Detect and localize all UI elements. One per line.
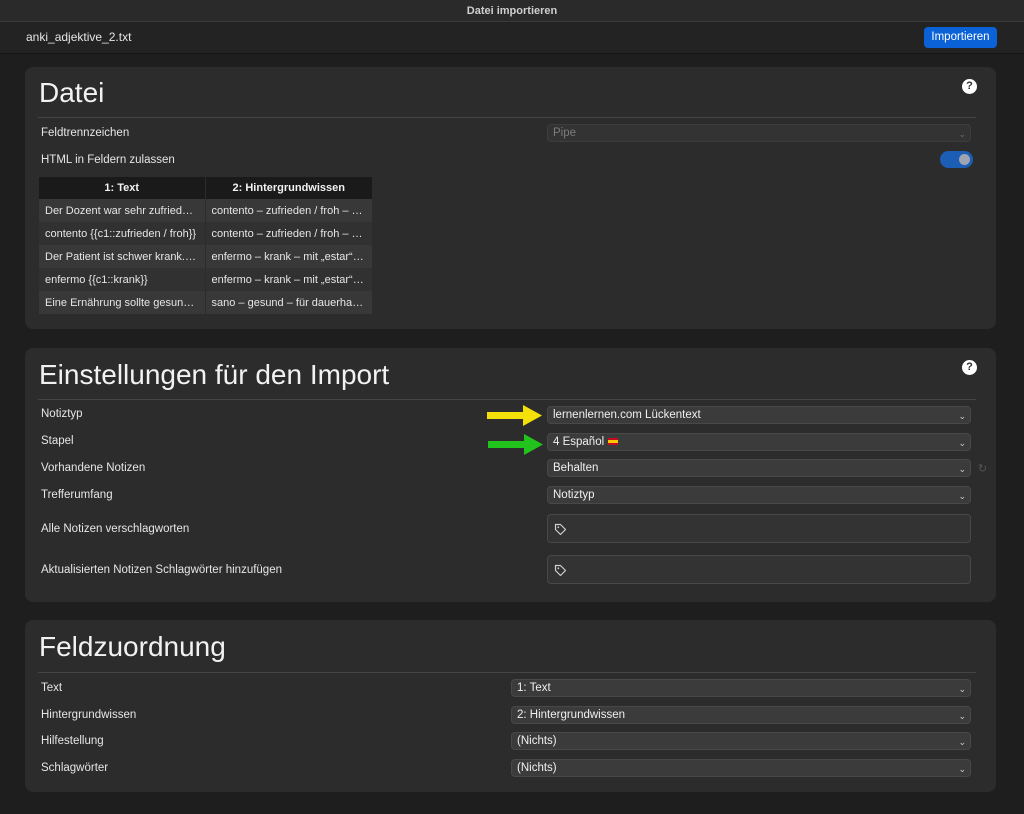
chevron-down-icon: ⌄ <box>958 711 966 721</box>
match-scope-value: Notiztyp <box>553 489 595 501</box>
deck-value: 4 Español <box>553 436 605 448</box>
table-cell: contento {{c1::zufrieden / froh}} <box>39 222 206 245</box>
import-help-icon[interactable]: ? <box>962 360 977 375</box>
notetype-value: lernenlernen.com Lückentext <box>553 409 701 421</box>
tag-icon <box>554 564 567 577</box>
table-cell: Eine Ernährung sollte gesun… <box>39 291 206 314</box>
existing-notes-select[interactable]: Behalten ⌄ <box>547 459 971 477</box>
table-row: contento {{c1::zufrieden / froh}} conten… <box>39 222 373 245</box>
import-settings-divider <box>38 399 976 400</box>
field-label-hilfestellung: Hilfestellung <box>41 735 104 747</box>
field-select-hilfestellung[interactable]: (Nichts) ⌄ <box>511 732 971 750</box>
html-label: HTML in Feldern zulassen <box>41 154 175 166</box>
notetype-select[interactable]: lernenlernen.com Lückentext ⌄ <box>547 406 971 424</box>
table-row: Eine Ernährung sollte gesun… sano – gesu… <box>39 291 373 314</box>
deck-label: Stapel <box>41 435 74 447</box>
field-value: 2: Hintergrundwissen <box>517 709 626 721</box>
match-scope-select[interactable]: Notiztyp ⌄ <box>547 486 971 504</box>
separator-value: Pipe <box>553 127 577 139</box>
field-select-text[interactable]: 1: Text ⌄ <box>511 679 971 697</box>
import-button[interactable]: Importieren <box>924 27 997 48</box>
table-cell: sano – gesund – für dauerha… <box>205 291 373 314</box>
header-bar: anki_adjektive_2.txt <box>0 22 1024 54</box>
table-row: Der Patient ist schwer krank.… enfermo –… <box>39 245 373 268</box>
notetype-label: Notiztyp <box>41 408 83 420</box>
table-cell: enfermo {{c1::krank}} <box>39 268 206 291</box>
filename-label: anki_adjektive_2.txt <box>26 30 132 44</box>
refresh-icon[interactable]: ↻ <box>978 462 987 475</box>
table-cell: contento – zufrieden / froh – … <box>205 199 373 222</box>
chevron-down-icon: ⌄ <box>958 438 966 448</box>
field-label-schlagwoerter: Schlagwörter <box>41 762 109 774</box>
match-scope-label: Trefferumfang <box>41 489 113 501</box>
chevron-down-icon: ⌄ <box>958 684 966 694</box>
file-section-divider <box>38 117 976 118</box>
existing-notes-label: Vorhandene Notizen <box>41 462 146 474</box>
field-select-schlagwoerter[interactable]: (Nichts) ⌄ <box>511 759 971 777</box>
field-mapping-title: Feldzuordnung <box>39 631 226 662</box>
field-value: (Nichts) <box>517 735 557 747</box>
deck-select[interactable]: 4 Español ⌄ <box>547 433 971 451</box>
chevron-down-icon: ⌄ <box>958 737 966 747</box>
table-header: 2: Hintergrundwissen <box>205 177 373 199</box>
existing-notes-value: Behalten <box>553 462 599 474</box>
file-section-title: Datei <box>39 77 105 108</box>
tag-updated-input[interactable] <box>547 555 971 584</box>
table-header: 1: Text <box>39 177 206 199</box>
tag-updated-label: Aktualisierten Notizen Schlagwörter hinz… <box>41 564 282 576</box>
tag-all-label: Alle Notizen verschlagworten <box>41 523 190 535</box>
field-label-text: Text <box>41 682 63 694</box>
html-toggle[interactable] <box>940 151 973 168</box>
field-select-hintergrundwissen[interactable]: 2: Hintergrundwissen ⌄ <box>511 706 971 724</box>
chevron-down-icon: ⌄ <box>958 129 966 139</box>
table-cell: Der Dozent war sehr zufried… <box>39 199 206 222</box>
field-mapping-divider <box>38 672 976 673</box>
chevron-down-icon: ⌄ <box>958 764 966 774</box>
toggle-knob <box>959 154 970 165</box>
separator-label: Feldtrennzeichen <box>41 127 130 139</box>
green-arrow-icon <box>488 434 543 455</box>
table-cell: contento – zufrieden / froh – … <box>205 222 373 245</box>
table-row: Der Dozent war sehr zufried… contento – … <box>39 199 373 222</box>
table-cell: enfermo – krank – mit „estar“… <box>205 245 373 268</box>
file-help-icon[interactable]: ? <box>962 79 977 94</box>
chevron-down-icon: ⌄ <box>958 411 966 421</box>
window-title: Datei importieren <box>0 0 1024 22</box>
chevron-down-icon: ⌄ <box>958 491 966 501</box>
tag-icon <box>554 523 567 536</box>
separator-select[interactable]: Pipe ⌄ <box>547 124 971 142</box>
preview-table: 1: Text 2: Hintergrundwissen Der Dozent … <box>39 177 373 314</box>
tag-all-input[interactable] <box>547 514 971 543</box>
field-value: 1: Text <box>517 682 551 694</box>
table-row: enfermo {{c1::krank}} enfermo – krank – … <box>39 268 373 291</box>
spain-flag-icon <box>608 438 619 446</box>
table-cell: Der Patient ist schwer krank.… <box>39 245 206 268</box>
import-settings-title: Einstellungen für den Import <box>39 359 390 390</box>
table-cell: enfermo – krank – mit „estar“… <box>205 268 373 291</box>
chevron-down-icon: ⌄ <box>958 464 966 474</box>
field-value: (Nichts) <box>517 762 557 774</box>
field-label-hintergrundwissen: Hintergrundwissen <box>41 709 137 721</box>
yellow-arrow-icon <box>487 405 542 426</box>
